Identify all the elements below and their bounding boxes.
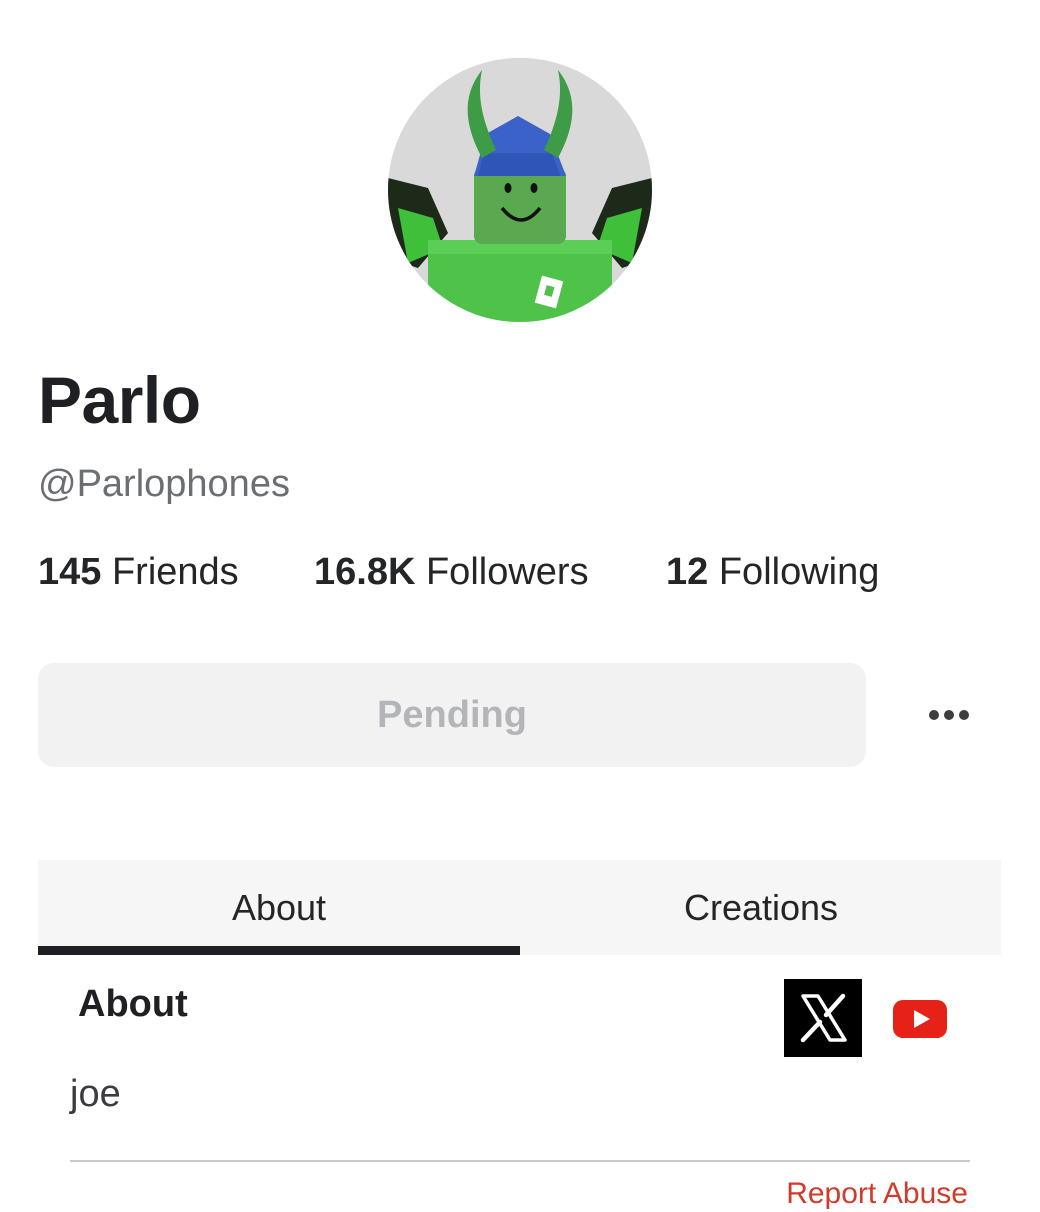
pending-button[interactable]: Pending [38, 663, 866, 767]
friends-label: Friends [111, 551, 239, 593]
friends-count: 145 [38, 551, 102, 593]
followers-stat[interactable]: 16.8K Followers [314, 550, 589, 594]
more-options-button[interactable] [914, 690, 984, 740]
x-social-link[interactable] [784, 979, 862, 1057]
followers-label: Followers [425, 551, 589, 593]
x-twitter-icon [784, 979, 862, 1057]
profile-tabs: About Creations [38, 860, 1001, 955]
divider [70, 1160, 970, 1162]
youtube-icon [893, 1000, 947, 1038]
about-heading: About [78, 983, 188, 1025]
username: @Parlophones [38, 463, 290, 505]
display-name: Parlo [38, 363, 201, 437]
avatar-image [388, 58, 652, 322]
avatar[interactable] [388, 58, 652, 322]
youtube-social-link[interactable] [893, 1000, 947, 1038]
following-label: Following [718, 551, 880, 593]
about-description: joe [70, 1073, 121, 1115]
tab-about[interactable]: About [38, 860, 520, 955]
active-tab-indicator [38, 946, 520, 955]
more-horizontal-icon-dot [959, 710, 969, 720]
report-abuse-link[interactable]: Report Abuse [786, 1176, 968, 1212]
tab-creations[interactable]: Creations [520, 860, 1002, 955]
friends-stat[interactable]: 145 Friends [38, 550, 239, 594]
more-horizontal-icon-dot [944, 710, 954, 720]
more-horizontal-icon [929, 710, 939, 720]
following-count: 12 [666, 551, 709, 593]
following-stat[interactable]: 12 Following [666, 550, 879, 594]
followers-count: 16.8K [314, 551, 416, 593]
